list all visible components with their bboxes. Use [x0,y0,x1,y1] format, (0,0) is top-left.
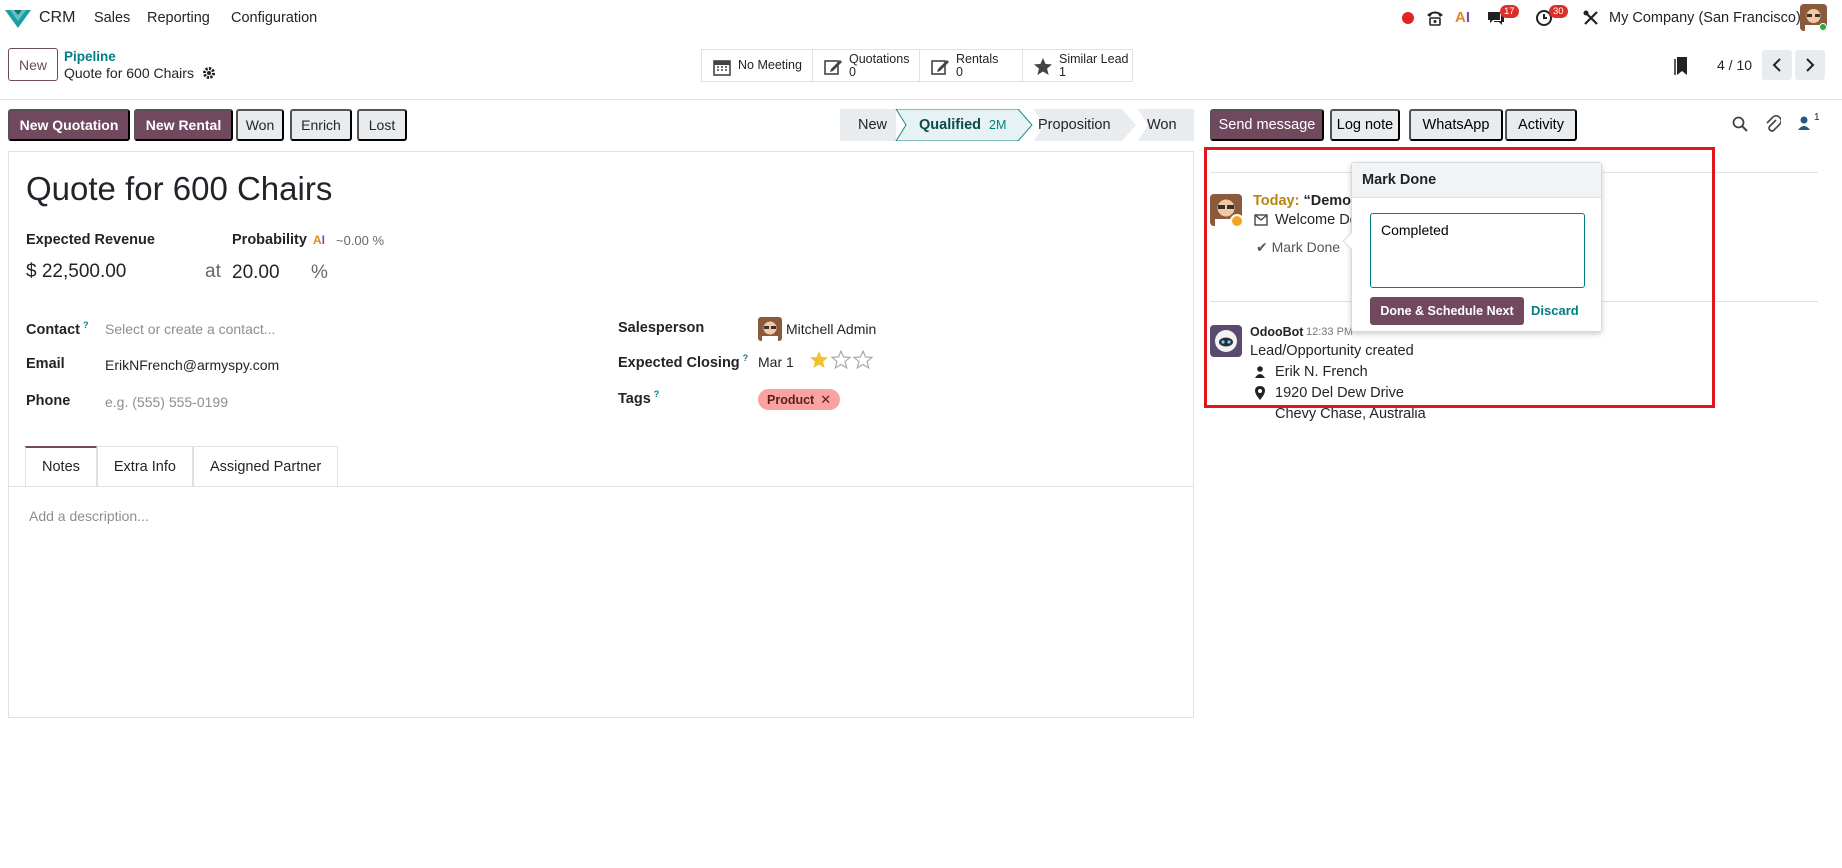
edit-icon [930,57,950,77]
stage-statusbar: New Qualified 2M Proposition Won [840,109,1194,141]
bookmark-icon[interactable] [1674,56,1690,79]
ai-icon[interactable]: AI [1455,9,1470,26]
email-field[interactable]: ErikNFrench@armyspy.com [105,357,279,373]
ai-probability-value: ~0.00 % [336,233,385,248]
breadcrumb-pipeline[interactable]: Pipeline [64,49,116,64]
pager-value[interactable]: 4 / 10 [1717,57,1752,73]
highlight-box [1204,147,1715,408]
priority-stars[interactable] [809,349,874,373]
at-label: at [205,261,221,282]
activity-button[interactable]: Activity [1505,109,1577,141]
probability-label: Probability [232,232,307,248]
crm-logo-icon[interactable] [4,6,32,30]
pager-previous-button[interactable] [1762,50,1792,80]
tab-extra-info[interactable]: Extra Info [96,446,193,486]
new-record-button[interactable]: New [8,48,58,81]
contact-label: Contact? [26,320,89,338]
paperclip-icon[interactable] [1765,114,1783,136]
smart-button-label: Similar Lead 1 [1059,52,1129,79]
expected-closing-label: Expected Closing? [618,353,749,371]
won-button[interactable]: Won [236,109,284,141]
stage-new[interactable]: New [858,109,887,141]
phone-field[interactable]: e.g. (555) 555-0199 [105,394,228,410]
notebook-tabs: Notes Extra Info Assigned Partner [25,446,339,486]
gear-icon[interactable] [202,66,216,80]
pager-next-button[interactable] [1795,50,1825,80]
edit-icon [823,57,843,77]
expected-revenue-field[interactable]: $ 22,500.00 [26,261,126,283]
ai-probability-icon: AI [313,233,326,247]
percent-sign: % [311,262,328,283]
salesperson-avatar [758,317,782,341]
enrich-button[interactable]: Enrich [290,109,352,141]
control-panel-divider [0,99,1842,100]
contact-field[interactable]: Select or create a contact... [105,321,275,337]
stage-won[interactable]: Won [1147,109,1177,141]
star-icon [1033,57,1053,77]
breadcrumb-current: Quote for 600 Chairs [64,65,194,81]
calendar-icon [712,57,732,77]
app-name[interactable]: CRM [39,9,75,27]
log-note-button[interactable]: Log note [1330,109,1400,141]
whatsapp-button[interactable]: WhatsApp [1409,109,1503,141]
smart-button-similar-lead[interactable]: Similar Lead 1 [1022,49,1133,82]
form-sheet: Quote for 600 Chairs Expected Revenue $ … [8,151,1194,718]
opportunity-title[interactable]: Quote for 600 Chairs [26,170,332,208]
new-rental-button[interactable]: New Rental [134,109,233,141]
smart-button-label: No Meeting [738,58,802,72]
salesperson-label: Salesperson [618,320,705,336]
smart-button-rentals[interactable]: Rentals 0 [919,49,1023,82]
stage-proposition[interactable]: Proposition [1038,109,1111,141]
expected-revenue-label: Expected Revenue [26,232,155,248]
recording-icon[interactable] [1402,12,1414,24]
smart-button-label: Rentals 0 [956,52,999,79]
search-icon[interactable] [1732,116,1748,135]
activity-badge: 30 [1549,5,1568,18]
smart-button-label: Quotations 0 [849,52,910,79]
menu-reporting[interactable]: Reporting [147,10,210,26]
email-label: Email [26,356,65,372]
description-field[interactable]: Add a description... [29,508,149,524]
probability-field[interactable]: 20.00 [232,262,280,284]
chevron-left-icon [1772,58,1781,72]
send-message-button[interactable]: Send message [1210,109,1324,141]
lost-button[interactable]: Lost [357,109,407,141]
remove-tag-icon[interactable]: ✕ [820,392,831,408]
smart-button-meeting[interactable]: No Meeting [701,49,813,82]
star-empty-icon [852,349,874,370]
new-quotation-button[interactable]: New Quotation [8,109,130,141]
top-navbar: CRM Sales Reporting Configuration AI 17 … [0,0,1842,36]
company-switcher[interactable]: My Company (San Francisco) [1609,10,1801,26]
messages-badge: 17 [1500,5,1519,18]
tab-notes[interactable]: Notes [25,446,97,486]
phone-label: Phone [26,393,71,409]
user-avatar[interactable] [1800,4,1827,31]
smart-button-quotations[interactable]: Quotations 0 [812,49,920,82]
tools-icon[interactable] [1582,9,1600,30]
phone-icon[interactable] [1425,9,1445,30]
tab-assigned-partner[interactable]: Assigned Partner [192,446,339,486]
followers-count: 1 [1814,112,1820,123]
stage-qualified[interactable]: Qualified 2M [919,109,1006,141]
tabs-divider [9,486,1193,487]
menu-sales[interactable]: Sales [94,10,130,26]
message-city: Chevy Chase, Australia [1275,406,1426,422]
followers-icon[interactable] [1797,115,1811,134]
menu-configuration[interactable]: Configuration [231,10,317,26]
expected-closing-field[interactable]: Mar 1 [758,354,794,370]
tag-product[interactable]: Product ✕ [758,389,841,410]
tags-label: Tags? [618,389,660,407]
star-empty-icon [830,349,852,370]
chevron-right-icon [1806,58,1815,72]
salesperson-field[interactable]: Mitchell Admin [786,321,876,337]
star-filled-icon [810,351,828,368]
